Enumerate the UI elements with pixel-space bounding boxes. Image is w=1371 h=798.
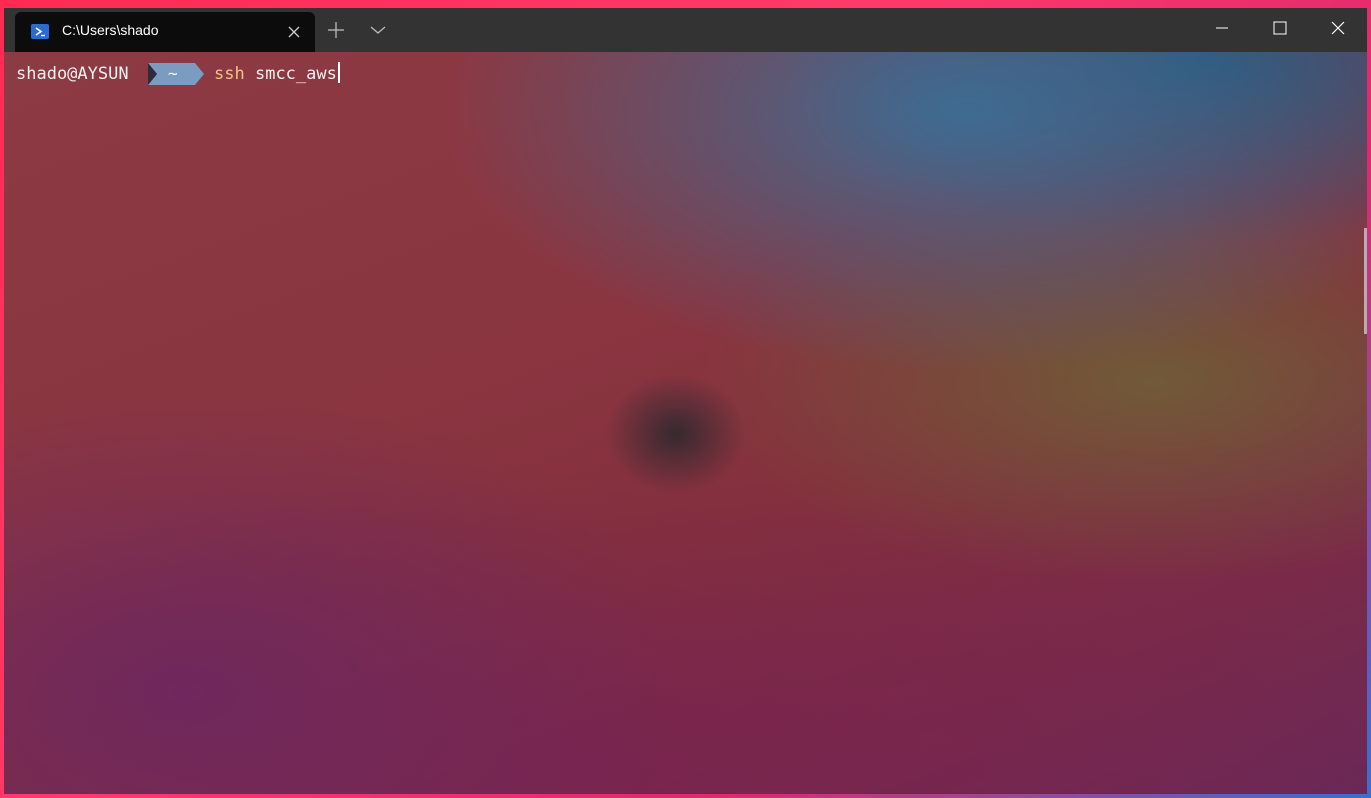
maximize-icon bbox=[1273, 21, 1287, 35]
command-name: ssh bbox=[214, 64, 245, 84]
minimize-button[interactable] bbox=[1194, 8, 1250, 48]
new-tab-button[interactable] bbox=[324, 18, 348, 42]
minimize-icon bbox=[1216, 27, 1228, 29]
powershell-icon bbox=[31, 24, 49, 39]
maximize-button[interactable] bbox=[1252, 8, 1308, 48]
tab-active[interactable]: C:\Users\shado bbox=[15, 12, 315, 52]
prompt-path-segment: ~ bbox=[148, 62, 204, 86]
tab-title: C:\Users\shado bbox=[62, 22, 159, 38]
command-input[interactable]: ssh smcc_aws bbox=[214, 62, 340, 86]
command-argument: smcc_aws bbox=[254, 64, 337, 84]
close-icon[interactable] bbox=[283, 21, 305, 43]
title-bar[interactable]: C:\Users\shado bbox=[4, 8, 1367, 52]
prompt-path: ~ bbox=[168, 64, 178, 83]
terminal-pane[interactable]: shado@AYSUN ~ ssh smcc_aws bbox=[4, 52, 1367, 794]
text-cursor bbox=[337, 62, 340, 83]
scrollbar[interactable] bbox=[1364, 228, 1367, 334]
chevron-down-icon bbox=[370, 26, 386, 34]
prompt-user-host: shado@AYSUN bbox=[16, 64, 129, 84]
terminal-window: C:\Users\shado shado@AYSUN ~ ssh smcc_aw… bbox=[0, 0, 1371, 798]
plus-icon bbox=[328, 22, 344, 38]
close-icon bbox=[1331, 21, 1345, 35]
window-close-button[interactable] bbox=[1310, 8, 1366, 48]
tab-dropdown-button[interactable] bbox=[366, 18, 390, 42]
